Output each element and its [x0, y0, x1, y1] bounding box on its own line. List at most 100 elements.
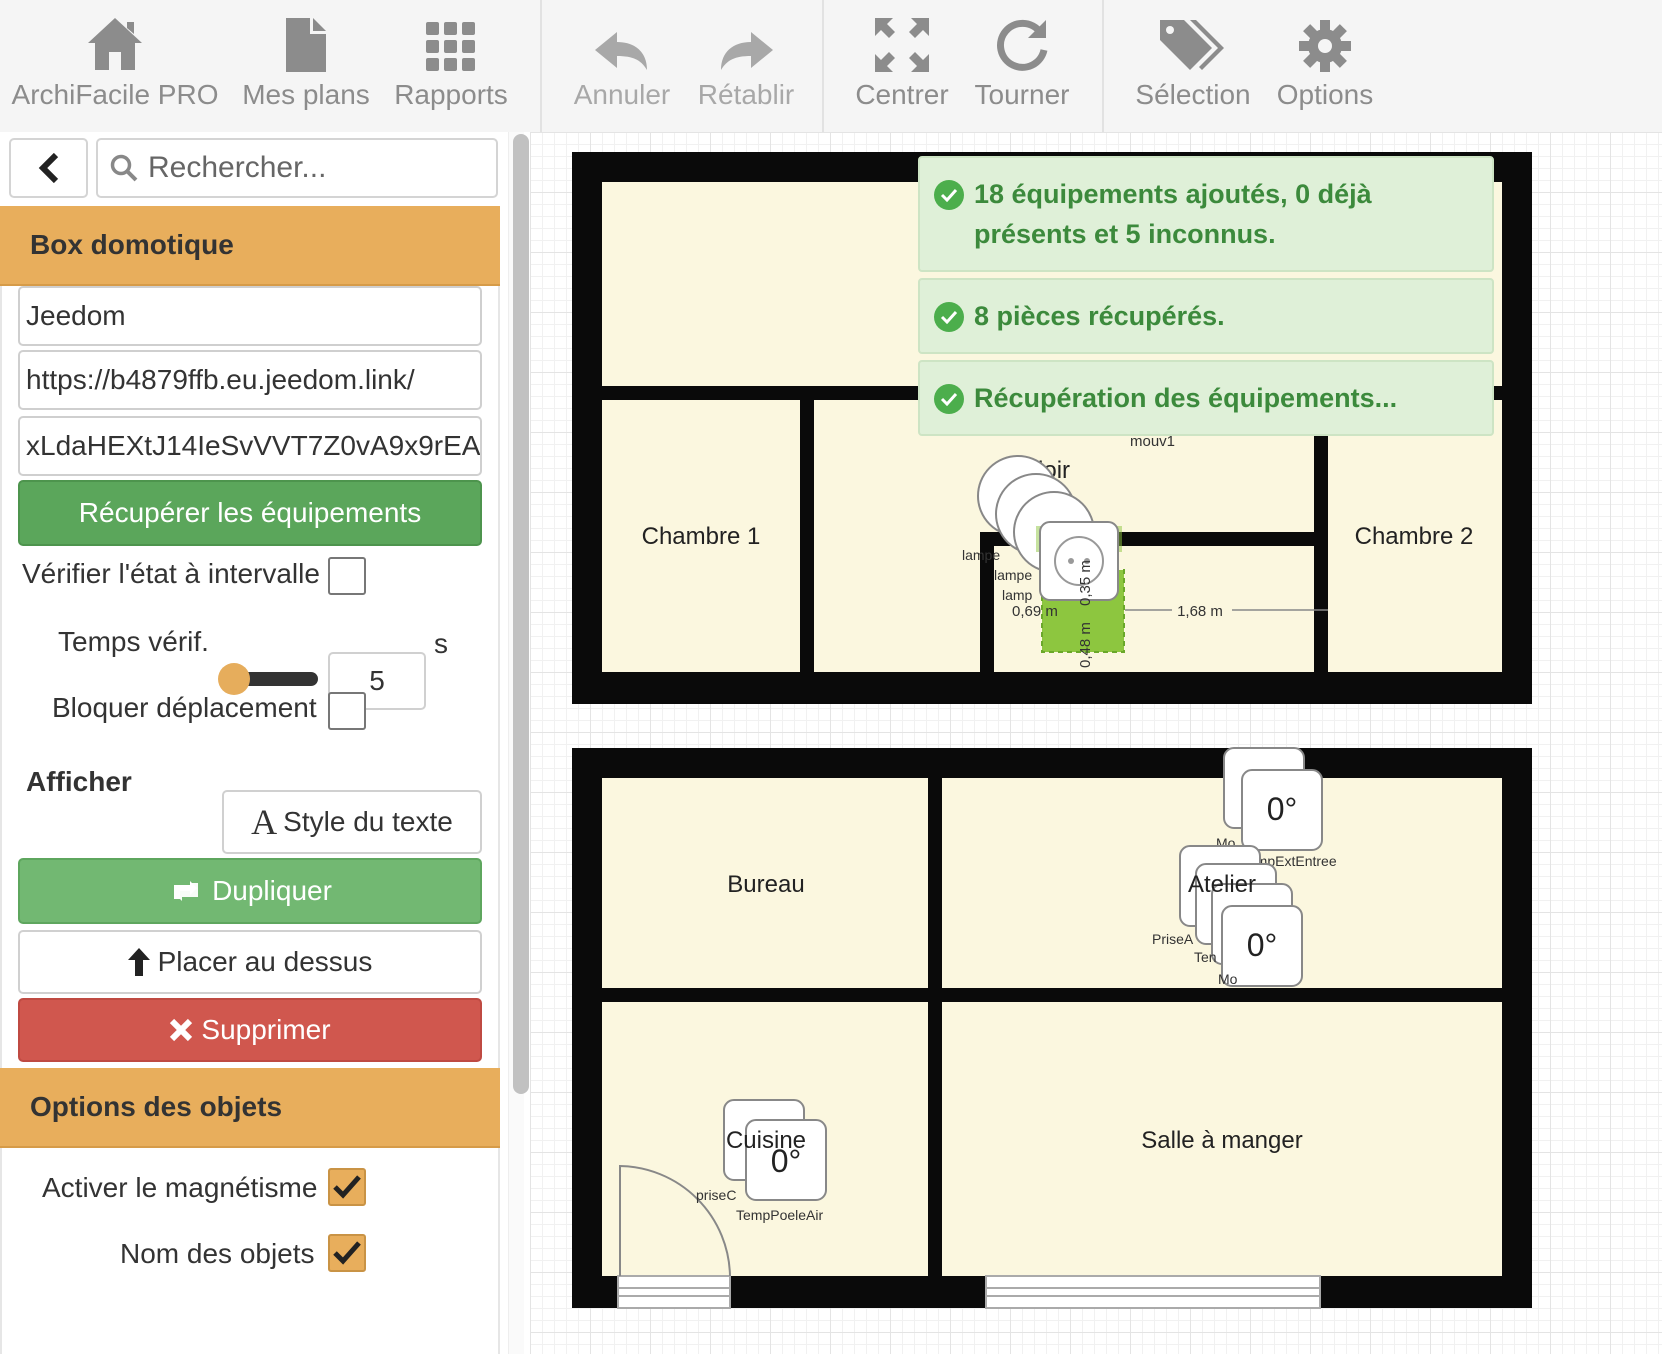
text-style-label: Style du texte: [283, 806, 453, 837]
centrer-button[interactable]: Centrer: [848, 0, 956, 132]
redo-icon: [719, 0, 773, 78]
notification-rooms-text: 8 pièces récupérés.: [974, 301, 1225, 331]
back-button[interactable]: [9, 138, 88, 198]
check-interval-label: Vérifier l'état à intervalle: [22, 558, 320, 589]
dimension-d1: 0,69 m: [1012, 603, 1058, 620]
check-time-label: Temps vérif.: [58, 626, 209, 657]
device-label-prise-c: priseC: [696, 1187, 736, 1203]
retablir-label: Rétablir: [697, 79, 795, 110]
sidebar: Box domotique Jeedom https://b4879ffb.eu…: [0, 132, 508, 1354]
check-circle-icon: [934, 302, 964, 332]
gear-icon: [1299, 0, 1351, 78]
place-above-label: Placer au dessus: [157, 946, 373, 977]
check-circle-icon: [934, 180, 964, 210]
grid-icon: [426, 0, 476, 78]
box-api-key-field[interactable]: xLdaHEXtJ14IeSvVVT7Z0vA9x9rEAF: [18, 416, 482, 476]
box-domotique-header[interactable]: Box domotique: [0, 206, 500, 286]
object-names-label: Nom des objets: [120, 1238, 315, 1269]
thermo-value-2: 0°: [1247, 927, 1278, 963]
selection-label: Sélection: [1135, 79, 1251, 110]
device-label-lampe2: lampe: [994, 567, 1032, 583]
object-names-checkbox[interactable]: [328, 1234, 366, 1272]
fetch-equipment-button[interactable]: Récupérer les équipements: [18, 480, 482, 546]
search-icon: [110, 154, 138, 182]
search-input[interactable]: [148, 151, 488, 185]
show-label: Afficher: [26, 766, 132, 797]
delete-label: Supprimer: [201, 1014, 331, 1045]
text-style-button[interactable]: A Style du texte: [222, 790, 482, 854]
place-above-button[interactable]: Placer au dessus: [18, 930, 482, 994]
archifacile-pro-label: ArchiFacile PRO: [11, 79, 219, 110]
notification-rooms[interactable]: 8 pièces récupérés.: [918, 278, 1494, 354]
duplicate-button[interactable]: Dupliquer: [18, 858, 482, 924]
rapports-button[interactable]: Rapports: [388, 0, 514, 132]
room-label-cuisine: Cuisine: [726, 1127, 806, 1154]
room-label-chambre-1: Chambre 1: [642, 523, 761, 550]
undo-icon: [595, 0, 649, 78]
arrow-up-icon: [127, 948, 150, 976]
retablir-button[interactable]: Rétablir: [690, 0, 802, 132]
mes-plans-button[interactable]: Mes plans: [236, 0, 376, 132]
device-label-mo2: Mo: [1218, 971, 1238, 987]
wall: [1314, 400, 1328, 672]
file-icon: [286, 0, 326, 78]
archifacile-pro-button[interactable]: ArchiFacile PRO: [10, 0, 220, 132]
device-label-temp-poele-air: TempPoeleAir: [736, 1207, 823, 1223]
delete-button[interactable]: Supprimer: [18, 998, 482, 1062]
check-circle-icon: [934, 384, 964, 414]
text-style-glyph: A: [251, 802, 278, 842]
magnetism-label: Activer le magnétisme: [42, 1172, 318, 1203]
room-label-bureau: Bureau: [727, 871, 804, 898]
checkmark-icon: [333, 1175, 361, 1199]
checkmark-icon: [333, 1241, 361, 1265]
app-root: ArchiFacile PRO Mes plans Rapports Annul…: [0, 0, 1662, 1354]
check-interval-checkbox[interactable]: [328, 557, 366, 595]
search-box[interactable]: [96, 138, 498, 198]
fetch-equipment-label: Récupérer les équipements: [78, 497, 422, 528]
toolbar-divider: [1102, 0, 1104, 132]
device-label-ten: Ten: [1194, 949, 1217, 965]
notification-fetching[interactable]: Récupération des équipements...: [918, 360, 1494, 436]
window[interactable]: [617, 1275, 731, 1309]
tourner-button[interactable]: Tourner: [970, 0, 1074, 132]
device-label-prise-a: PriseA: [1152, 931, 1194, 947]
expand-icon: [875, 0, 929, 78]
toolbar-divider: [540, 0, 542, 132]
lower-floor: Bureau Salle à manger 0° Mo tempExtEntre…: [572, 747, 1532, 1309]
toolbar-divider: [822, 0, 824, 132]
magnetism-checkbox[interactable]: [328, 1168, 366, 1206]
object-options-header[interactable]: Options des objets: [0, 1068, 500, 1148]
device-label-lampe1: lampe: [962, 547, 1000, 563]
wall: [928, 778, 942, 1276]
sidebar-scrollbar-thumb[interactable]: [513, 134, 529, 1094]
options-label: Options: [1276, 79, 1374, 110]
thermo-value-1: 0°: [1267, 791, 1298, 827]
room-couloir-lower[interactable]: [814, 532, 980, 672]
device-label-lampe3: lamp: [1002, 587, 1033, 603]
mes-plans-label: Mes plans: [242, 79, 370, 110]
tourner-label: Tourner: [974, 79, 1070, 110]
options-button[interactable]: Options: [1270, 0, 1380, 132]
dimension-d3: 0,48 m: [1077, 622, 1094, 668]
dimension-d4: 1,68 m: [1177, 603, 1223, 620]
rapports-label: Rapports: [394, 79, 508, 110]
notification-summary[interactable]: 18 équipements ajoutés, 0 déjà présents …: [918, 156, 1494, 272]
box-name-field[interactable]: Jeedom: [18, 286, 482, 346]
rotate-icon: [996, 0, 1048, 78]
annuler-button[interactable]: Annuler: [566, 0, 678, 132]
check-time-slider-thumb[interactable]: [218, 663, 250, 695]
check-time-unit: s: [434, 628, 448, 659]
lock-move-label: Bloquer déplacement: [52, 692, 317, 723]
lock-move-checkbox[interactable]: [328, 692, 366, 730]
notification-summary-text: 18 équipements ajoutés, 0 déjà présents …: [974, 179, 1372, 249]
main-toolbar: ArchiFacile PRO Mes plans Rapports Annul…: [0, 0, 1662, 132]
box-url-field[interactable]: https://b4879ffb.eu.jeedom.link/: [18, 350, 482, 410]
room-label-atelier: Atelier: [1188, 871, 1256, 898]
selection-button[interactable]: Sélection: [1130, 0, 1256, 132]
home-icon: [86, 0, 144, 78]
room-label-salle-a-manger: Salle à manger: [1141, 1127, 1302, 1154]
window[interactable]: [985, 1275, 1321, 1309]
close-icon: [170, 1018, 193, 1042]
duplicate-label: Dupliquer: [212, 875, 332, 906]
tags-icon: [1160, 0, 1226, 78]
